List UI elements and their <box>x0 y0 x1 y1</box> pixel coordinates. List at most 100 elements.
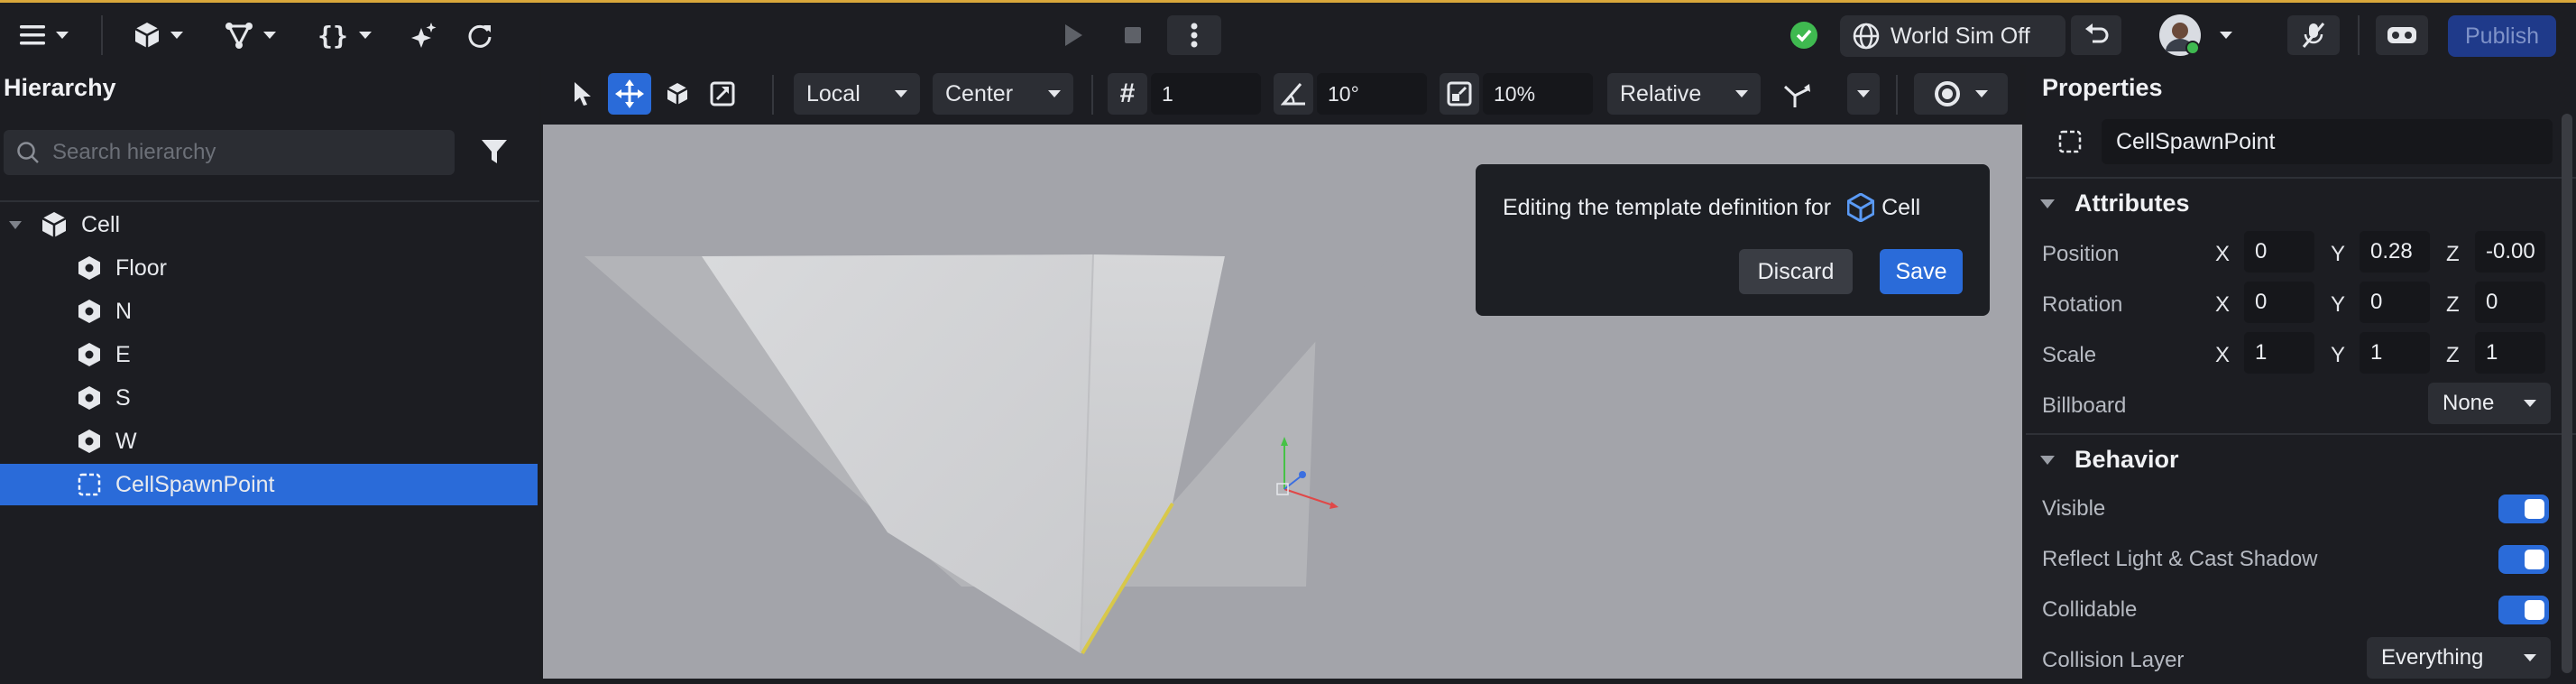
grid-snap-input[interactable]: 1 <box>1151 73 1261 115</box>
tree-item-floor[interactable]: Floor <box>0 247 538 289</box>
divider <box>0 200 539 202</box>
move-tool-button[interactable] <box>608 73 651 115</box>
tree-item-cell[interactable]: Cell <box>0 204 538 245</box>
shapes-button[interactable] <box>216 15 285 55</box>
behavior-heading: Behavior <box>2075 446 2179 473</box>
scale-snap-icon <box>1447 81 1472 106</box>
tree-item-e[interactable]: E <box>0 334 538 375</box>
tree-item-n[interactable]: N <box>0 291 538 332</box>
divider <box>2026 177 2576 179</box>
undo-button[interactable] <box>2071 15 2121 55</box>
scale-snap-input[interactable]: 10% <box>1483 73 1593 115</box>
scale-z-input[interactable]: 1 <box>2475 332 2545 374</box>
template-cube-mesh[interactable] <box>584 254 1391 655</box>
snap-mode-dropdown[interactable]: Relative <box>1607 73 1761 115</box>
mesh-object-icon <box>78 300 100 323</box>
collapse-arrow-icon <box>2040 199 2055 208</box>
chevron-down-icon <box>1735 90 1748 97</box>
mute-microphone-button[interactable] <box>2287 15 2340 55</box>
hierarchy-search[interactable] <box>4 130 455 175</box>
move-arrows-icon <box>615 79 644 108</box>
attributes-section-header[interactable]: Attributes <box>2035 189 2190 217</box>
rotation-z-input[interactable]: 0 <box>2475 282 2545 323</box>
hash-grid-icon: # <box>1119 79 1136 108</box>
tree-item-label: Cell <box>81 211 121 237</box>
discard-button[interactable]: Discard <box>1739 249 1853 294</box>
position-x-input[interactable]: 0 <box>2244 231 2314 273</box>
code-braces-icon: {} <box>317 20 348 51</box>
refresh-icon <box>468 24 492 48</box>
billboard-dropdown[interactable]: None <box>2428 383 2551 424</box>
pivot-dropdown[interactable]: Center <box>933 73 1073 115</box>
select-tool-button[interactable] <box>565 73 601 115</box>
rotation-x-input[interactable]: 0 <box>2244 282 2314 323</box>
chevron-down-icon <box>170 32 183 39</box>
billboard-label: Billboard <box>2042 393 2127 418</box>
shading-sphere-icon <box>1935 81 1960 106</box>
rotation-snap-toggle[interactable] <box>1274 73 1313 115</box>
rotation-snap-input[interactable]: 10° <box>1317 73 1427 115</box>
tree-item-cellspawnpoint[interactable]: CellSpawnPoint <box>0 464 538 505</box>
axis-z-label: Z <box>2446 343 2460 367</box>
ai-assistant-button[interactable] <box>404 15 444 55</box>
save-button[interactable]: Save <box>1880 249 1963 294</box>
axis-x-label: X <box>2215 292 2231 317</box>
template-cube-icon <box>1847 193 1875 222</box>
collision-layer-dropdown[interactable]: Everything <box>2367 637 2551 679</box>
play-button[interactable] <box>1052 15 1095 55</box>
sparkle-icon <box>411 23 437 48</box>
axis-x-label: X <box>2215 242 2231 266</box>
mesh-object-icon <box>78 386 100 410</box>
object-name-field[interactable]: CellSpawnPoint <box>2102 119 2553 164</box>
collapse-arrow-icon <box>9 220 22 229</box>
scale-x-input[interactable]: 1 <box>2244 332 2314 374</box>
tree-item-label: E <box>115 341 131 367</box>
tree-item-label: Floor <box>115 254 167 281</box>
grid-snap-toggle[interactable]: # <box>1108 73 1147 115</box>
tree-item-s[interactable]: S <box>0 377 538 419</box>
add-object-button[interactable] <box>124 15 193 55</box>
scale-y-input[interactable]: 1 <box>2360 332 2430 374</box>
rotate-tool-button[interactable] <box>658 73 696 115</box>
collidable-toggle[interactable] <box>2498 596 2549 624</box>
axis-z-label: Z <box>2446 292 2460 317</box>
main-menu-button[interactable] <box>13 15 76 55</box>
status-ok-indicator <box>1784 15 1824 55</box>
playback-more-button[interactable] <box>1167 15 1221 55</box>
axis-gizmo-button[interactable] <box>1777 73 1817 115</box>
position-y-input[interactable]: 0.28 <box>2360 231 2430 273</box>
scale-snap-toggle[interactable] <box>1440 73 1479 115</box>
behavior-section-header[interactable]: Behavior <box>2035 446 2179 474</box>
world-sim-toggle[interactable]: World Sim Off <box>1840 15 2065 57</box>
space-dropdown[interactable]: Local <box>794 73 920 115</box>
hierarchy-title: Hierarchy <box>4 74 116 101</box>
publish-button[interactable]: Publish <box>2448 15 2556 57</box>
stop-icon <box>1125 27 1141 43</box>
scale-label: Scale <box>2042 343 2097 367</box>
search-icon <box>17 142 39 163</box>
search-input[interactable] <box>52 140 431 165</box>
account-menu-button[interactable] <box>2150 14 2240 56</box>
vector-shapes-icon <box>225 23 253 49</box>
position-z-input[interactable]: -0.00 <box>2475 231 2545 273</box>
viewport-toolbar: Local Center # 1 10° 10% Relative <box>541 65 2020 125</box>
filter-button[interactable] <box>471 132 518 171</box>
popup-message: Editing the template definition for <box>1503 194 1832 220</box>
scene-viewport[interactable]: Editing the template definition for Cell… <box>543 125 2022 679</box>
visible-toggle[interactable] <box>2498 495 2549 523</box>
space-value: Local <box>806 80 860 106</box>
visible-label: Visible <box>2042 496 2106 521</box>
refresh-button[interactable] <box>460 15 500 55</box>
reflect-light-toggle[interactable] <box>2498 545 2549 574</box>
vr-preview-button[interactable] <box>2376 15 2428 55</box>
tree-item-w[interactable]: W <box>0 421 538 462</box>
render-mode-dropdown[interactable] <box>1914 73 2008 115</box>
scale-tool-button[interactable] <box>704 73 741 115</box>
divider <box>2026 433 2576 435</box>
scripts-button[interactable]: {} <box>310 15 379 55</box>
axis-gizmo-icon <box>1783 84 1810 107</box>
stop-button[interactable] <box>1111 15 1155 55</box>
rotation-y-input[interactable]: 0 <box>2360 282 2430 323</box>
properties-scrollbar[interactable] <box>2562 114 2572 673</box>
camera-options-dropdown[interactable] <box>1847 73 1880 115</box>
